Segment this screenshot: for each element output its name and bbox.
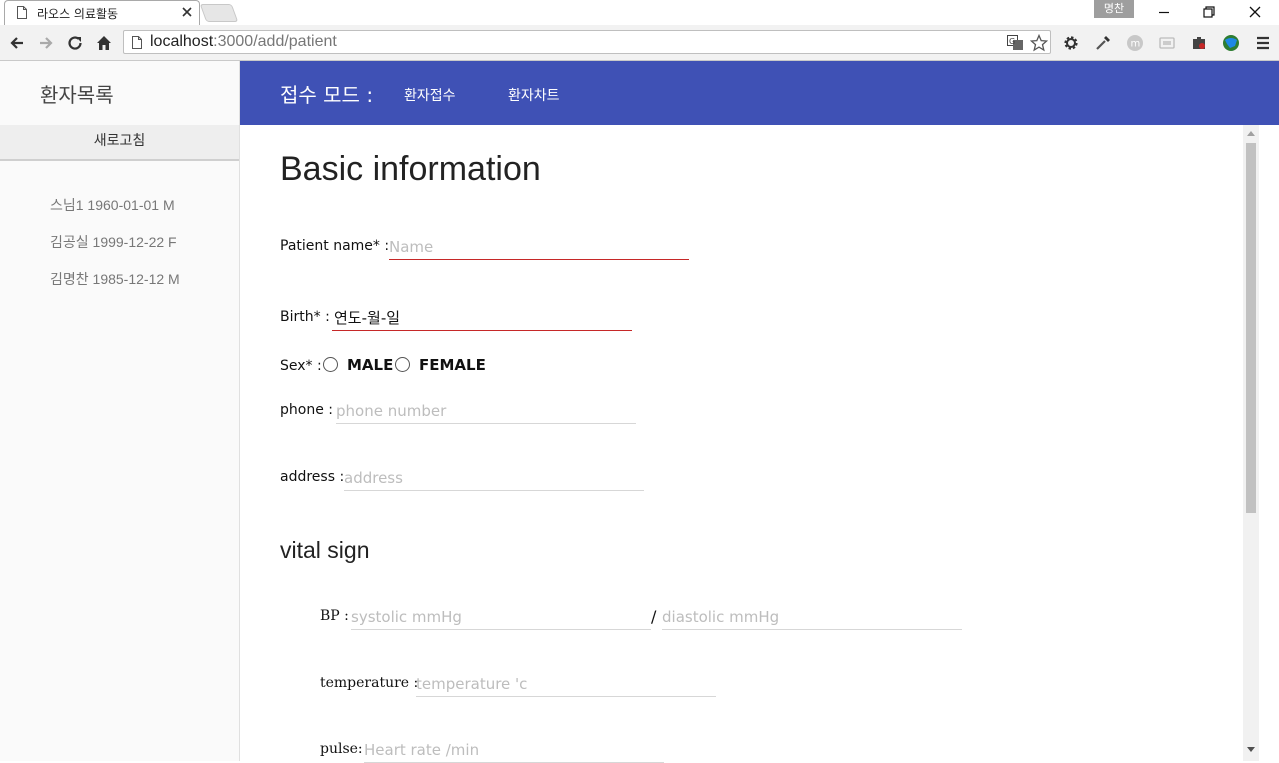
female-radio-label[interactable]: FEMALE <box>419 356 486 374</box>
nav-patient-intake[interactable]: 환자접수 <box>404 85 456 105</box>
temperature-label: temperature : <box>320 675 419 691</box>
translate-icon[interactable]: G <box>1007 35 1024 51</box>
address-input[interactable] <box>344 465 644 491</box>
browser-titlebar: 라오스 의료활동 명찬 <box>0 0 1279 26</box>
phone-input[interactable] <box>336 398 636 424</box>
temperature-input[interactable] <box>416 671 716 697</box>
close-window-icon[interactable] <box>1247 4 1263 20</box>
puzzle-extension-icon[interactable] <box>1190 34 1208 52</box>
male-radio-label[interactable]: MALE <box>347 356 393 374</box>
bookmark-star-icon[interactable] <box>1030 34 1048 52</box>
menu-icon[interactable] <box>1254 34 1272 52</box>
page-icon <box>17 6 27 19</box>
bp-systolic-input[interactable] <box>351 604 651 630</box>
sex-label: Sex* : <box>280 358 322 374</box>
browser-tab[interactable]: 라오스 의료활동 <box>4 0 200 25</box>
address-bar[interactable]: localhost:3000/add/patient G <box>123 30 1051 54</box>
url-host: localhost <box>150 33 214 50</box>
globe-extension-icon[interactable] <box>1222 34 1240 52</box>
address-label: address : <box>280 469 345 485</box>
page-icon <box>132 36 142 49</box>
bp-diastolic-input[interactable] <box>662 604 962 630</box>
female-radio[interactable] <box>395 357 410 372</box>
bp-label: BP : <box>320 608 349 624</box>
patient-list-item[interactable]: 김공실 1999-12-22 F <box>50 232 180 269</box>
scrollbar-thumb[interactable] <box>1246 143 1256 513</box>
gear-icon[interactable] <box>1062 34 1080 52</box>
scroll-up-arrow-icon[interactable] <box>1247 130 1255 136</box>
bp-separator: / <box>651 607 657 626</box>
patient-form: Basic information Patient name* : Birth*… <box>280 125 1240 763</box>
url-text: localhost:3000/add/patient <box>150 33 337 51</box>
app-header: 접수 모드 : 환자접수 환자차트 <box>240 61 1279 125</box>
m-extension-icon[interactable]: m <box>1126 34 1144 52</box>
birth-label: Birth* : <box>280 309 330 325</box>
close-tab-icon[interactable] <box>181 6 193 18</box>
new-tab-button[interactable] <box>199 4 239 22</box>
scroll-down-arrow-icon[interactable] <box>1247 747 1255 753</box>
patient-list-item[interactable]: 스님1 1960-01-01 M <box>50 195 180 232</box>
patient-name-input[interactable] <box>389 234 689 260</box>
pulse-input[interactable] <box>364 737 664 763</box>
home-icon[interactable] <box>95 34 113 52</box>
birth-date-input[interactable]: 연도-월-일 <box>332 305 632 331</box>
svg-text:m: m <box>1131 39 1141 50</box>
refresh-button[interactable]: 새로고침 <box>0 125 239 161</box>
cast-extension-icon[interactable] <box>1158 34 1176 52</box>
pulse-label: pulse: <box>320 741 363 757</box>
patient-list-item[interactable]: 김명찬 1985-12-12 M <box>50 269 180 306</box>
restore-icon[interactable] <box>1201 4 1217 20</box>
phone-label: phone : <box>280 402 333 418</box>
reload-icon[interactable] <box>66 34 84 52</box>
basic-info-title: Basic information <box>280 150 541 188</box>
sidebar-title: 환자목록 <box>40 83 114 107</box>
male-radio[interactable] <box>323 357 338 372</box>
forward-arrow-icon[interactable] <box>37 34 55 52</box>
url-path: :3000/add/patient <box>213 33 337 50</box>
patient-name-label: Patient name* : <box>280 238 390 254</box>
eyedropper-icon[interactable] <box>1094 34 1112 52</box>
vital-sign-title: vital sign <box>280 537 370 563</box>
svg-text:G: G <box>1009 37 1015 46</box>
patient-sidebar: 환자목록 새로고침 스님1 1960-01-01 M 김공실 1999-12-2… <box>0 61 240 761</box>
birth-date-value: 연도-월-일 <box>334 309 401 327</box>
patient-list: 스님1 1960-01-01 M 김공실 1999-12-22 F 김명찬 19… <box>50 195 180 306</box>
mode-label: 접수 모드 : <box>280 83 374 107</box>
browser-toolbar: localhost:3000/add/patient G m <box>0 25 1279 61</box>
nav-patient-chart[interactable]: 환자차트 <box>508 85 560 105</box>
tab-title: 라오스 의료활동 <box>37 7 119 21</box>
back-arrow-icon[interactable] <box>8 34 26 52</box>
profile-badge[interactable]: 명찬 <box>1094 0 1134 18</box>
minimize-icon[interactable] <box>1156 4 1172 20</box>
page-scrollbar[interactable] <box>1243 125 1259 761</box>
